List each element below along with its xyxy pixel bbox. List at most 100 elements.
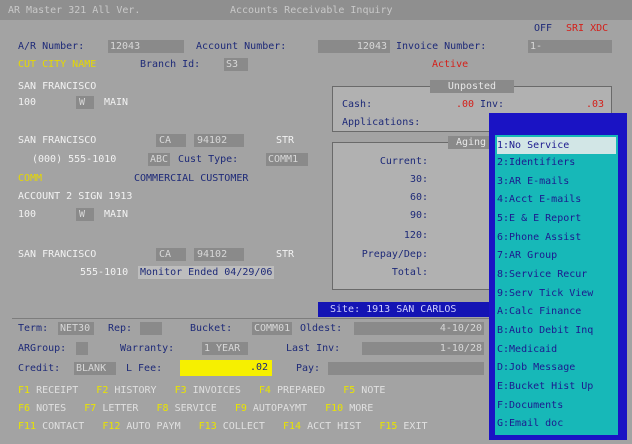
service-street: MAIN bbox=[104, 209, 129, 220]
cash-label: Cash: bbox=[342, 99, 373, 110]
aging-row-30: 30: bbox=[409, 174, 428, 185]
service-city: SAN FRANCISCO bbox=[18, 249, 97, 260]
fkey-row-2: F6 NOTES F7 LETTER F8 SERVICE F9 AUTOPAY… bbox=[18, 402, 488, 415]
argroup-label: ARGroup: bbox=[18, 343, 67, 354]
service-line1: ACCOUNT 2 SIGN 1913 bbox=[18, 191, 133, 202]
service-phone: 555-1010 bbox=[80, 267, 129, 278]
aging-row-60: 60: bbox=[409, 192, 428, 203]
cash-value: .00 bbox=[455, 99, 474, 110]
service-number: 100 bbox=[18, 209, 37, 220]
cust-type-label: Cust Type: bbox=[178, 154, 239, 165]
menu-item-medicaid[interactable]: C:Medicaid bbox=[497, 341, 616, 358]
billing-zip-ext: STR bbox=[276, 135, 295, 146]
menu-item-identifiers[interactable]: 2:Identifiers bbox=[497, 154, 616, 171]
menu-item-email-doc[interactable]: G:Email doc bbox=[497, 415, 616, 432]
fkey-f1[interactable]: F1 RECEIPT bbox=[18, 385, 78, 396]
billing-number: 100 bbox=[18, 97, 37, 108]
ar-number-field[interactable]: 12043 bbox=[108, 40, 184, 53]
fkey-row-1: F1 RECEIPT F2 HISTORY F3 INVOICES F4 PRE… bbox=[18, 384, 488, 397]
invoice-number-label: Invoice Number: bbox=[396, 41, 487, 52]
invoice-number-field[interactable]: 1- bbox=[528, 40, 612, 53]
menu-item-no-service[interactable]: 1:No Service bbox=[497, 137, 616, 154]
account-number-field[interactable]: 12043 bbox=[318, 40, 390, 53]
screen-title: Accounts Receivable Inquiry bbox=[230, 5, 393, 16]
oldest-field[interactable]: 4-10/20 bbox=[354, 322, 484, 335]
fkey-f15[interactable]: F15 EXIT bbox=[379, 421, 427, 432]
menu-item-documents[interactable]: F:Documents bbox=[497, 397, 616, 414]
fkey-f12[interactable]: F12 AUTO PAYM bbox=[102, 421, 180, 432]
menu-item-ar-group[interactable]: 7:AR Group bbox=[497, 247, 616, 264]
menu-item-ee-report[interactable]: 5:E & E Report bbox=[497, 210, 616, 227]
aging-row-current: Current: bbox=[379, 156, 428, 167]
fkey-f3[interactable]: F3 INVOICES bbox=[175, 385, 241, 396]
menu-item-calc-finance[interactable]: A:Calc Finance bbox=[497, 303, 616, 320]
applications-label: Applications: bbox=[342, 117, 421, 128]
terminal-screen: AR Master 321 All Ver. Accounts Receivab… bbox=[0, 0, 632, 444]
billing-phone-ext[interactable]: ABC bbox=[148, 153, 170, 166]
branch-field[interactable]: S3 bbox=[224, 58, 248, 71]
options-menu-list: 1:No Service 2:Identifiers 3:AR E-mails … bbox=[495, 135, 618, 435]
fkey-f6[interactable]: F6 NOTES bbox=[18, 403, 66, 414]
menu-item-auto-debit-inq[interactable]: B:Auto Debit Inq bbox=[497, 322, 616, 339]
service-state[interactable]: CA bbox=[156, 248, 186, 261]
monitor-status: Monitor Ended 04/29/06 bbox=[138, 266, 275, 279]
menu-item-serv-tick-view[interactable]: 9:Serv Tick View bbox=[497, 285, 616, 302]
fkey-row-3: F11 CONTACT F12 AUTO PAYM F13 COLLECT F1… bbox=[18, 420, 488, 433]
billing-street: MAIN bbox=[104, 97, 129, 108]
bucket-field[interactable]: COMM01 bbox=[252, 322, 292, 335]
credit-field[interactable]: BLANK bbox=[74, 362, 116, 375]
billing-state[interactable]: CA bbox=[156, 134, 186, 147]
menu-item-job-message[interactable]: D:Job Message bbox=[497, 359, 616, 376]
aging-row-total: Total: bbox=[391, 267, 428, 278]
menu-item-ar-emails[interactable]: 3:AR E-mails bbox=[497, 173, 616, 190]
argroup-field[interactable] bbox=[76, 342, 88, 355]
menu-item-acct-emails[interactable]: 4:Acct E-mails bbox=[497, 191, 616, 208]
service-direction[interactable]: W bbox=[76, 208, 94, 221]
service-zip-ext: STR bbox=[276, 249, 295, 260]
status-text: Active bbox=[432, 59, 469, 70]
fkey-f4[interactable]: F4 PREPARED bbox=[259, 385, 325, 396]
cust-class-desc: COMMERCIAL CUSTOMER bbox=[134, 173, 249, 184]
lfee-label: L Fee: bbox=[126, 363, 163, 374]
rep-label: Rep: bbox=[108, 323, 133, 334]
menu-item-bucket-hist-up[interactable]: E:Bucket Hist Up bbox=[497, 378, 616, 395]
fkey-f2[interactable]: F2 HISTORY bbox=[96, 385, 156, 396]
fkey-f11[interactable]: F11 CONTACT bbox=[18, 421, 84, 432]
inv-label: Inv: bbox=[480, 99, 505, 110]
billing-direction[interactable]: W bbox=[76, 96, 94, 109]
fkey-f14[interactable]: F14 ACCT HIST bbox=[283, 421, 361, 432]
fkey-f8[interactable]: F8 SERVICE bbox=[157, 403, 217, 414]
fkey-f5[interactable]: F5 NOTE bbox=[343, 385, 385, 396]
term-field[interactable]: NET30 bbox=[58, 322, 94, 335]
billing-zip[interactable]: 94102 bbox=[194, 134, 244, 147]
rep-field[interactable] bbox=[140, 322, 162, 335]
codes-badge: SRI XDC bbox=[566, 23, 609, 34]
menu-item-service-recur[interactable]: 8:Service Recur bbox=[497, 266, 616, 283]
lfee-field[interactable]: .02 bbox=[180, 360, 272, 376]
menu-item-phone-assist[interactable]: 6:Phone Assist bbox=[497, 229, 616, 246]
cust-class-code: COMM bbox=[18, 173, 43, 184]
unposted-title: Unposted bbox=[430, 80, 514, 93]
cust-type-field[interactable]: COMM1 bbox=[266, 153, 308, 166]
ar-number-label: A/R Number: bbox=[18, 41, 85, 52]
billing-line1: SAN FRANCISCO bbox=[18, 81, 97, 92]
account-number-label: Account Number: bbox=[196, 41, 287, 52]
warranty-field[interactable]: 1 YEAR bbox=[202, 342, 248, 355]
branch-prefix: CUT CITY NAME bbox=[18, 59, 97, 70]
billing-phone: (000) 555-1010 bbox=[32, 154, 117, 165]
inv-value: .03 bbox=[585, 99, 604, 110]
warranty-label: Warranty: bbox=[120, 343, 175, 354]
term-label: Term: bbox=[18, 323, 49, 334]
credit-label: Credit: bbox=[18, 363, 61, 374]
aging-row-90: 90: bbox=[409, 210, 428, 221]
last-inv-field[interactable]: 1-10/28 bbox=[362, 342, 484, 355]
fkey-f13[interactable]: F13 COLLECT bbox=[199, 421, 265, 432]
service-zip[interactable]: 94102 bbox=[194, 248, 244, 261]
billing-city: SAN FRANCISCO bbox=[18, 135, 97, 146]
fkey-f7[interactable]: F7 LETTER bbox=[84, 403, 138, 414]
pay-field[interactable] bbox=[328, 362, 484, 375]
fkey-f10[interactable]: F10 MORE bbox=[325, 403, 373, 414]
aging-row-prepay: Prepay/Dep: bbox=[361, 249, 428, 260]
pay-label: Pay: bbox=[296, 363, 321, 374]
fkey-f9[interactable]: F9 AUTOPAYMT bbox=[235, 403, 307, 414]
